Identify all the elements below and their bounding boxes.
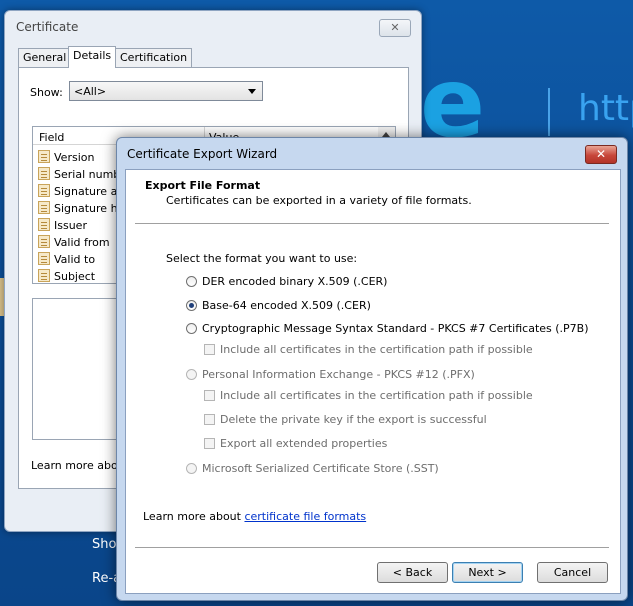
- column-header-field[interactable]: Field: [39, 131, 64, 144]
- list-item-label: Signature ha: [54, 202, 125, 215]
- logo-separator: [548, 88, 550, 136]
- certificate-formats-link[interactable]: certificate file formats: [244, 510, 366, 523]
- option-sst-label: Microsoft Serialized Certificate Store (…: [202, 462, 439, 475]
- tab-certification-path[interactable]: Certification Path: [115, 48, 193, 82]
- cancel-button[interactable]: Cancel: [537, 562, 608, 583]
- list-item-label: Issuer: [54, 219, 87, 232]
- ie-url-fragment: http: [578, 88, 633, 129]
- certificate-field-icon: [38, 184, 50, 197]
- list-item-label: Subject: [54, 270, 96, 283]
- format-prompt: Select the format you want to use:: [166, 252, 358, 265]
- radio-base64[interactable]: [186, 300, 197, 311]
- close-icon: ✕: [595, 147, 607, 161]
- back-button[interactable]: < Back: [377, 562, 448, 583]
- page-subtitle: Certificates can be exported in a variet…: [166, 194, 472, 207]
- list-item-label: Valid to: [54, 253, 96, 266]
- page-title: Export File Format: [145, 179, 261, 192]
- radio-pfx[interactable]: [186, 369, 197, 380]
- radio-der[interactable]: [186, 276, 197, 287]
- close-icon: ✕: [390, 21, 400, 34]
- divider: [135, 223, 609, 225]
- option-pfx-label: Personal Information Exchange - PKCS #12…: [202, 368, 475, 381]
- list-item-label: Valid from: [54, 236, 110, 249]
- checkbox-pfx-include[interactable]: [204, 390, 215, 401]
- option-pfx-delete-label: Delete the private key if the export is …: [220, 413, 487, 426]
- checkbox-pfx-export-props[interactable]: [204, 438, 215, 449]
- checkbox-pfx-delete[interactable]: [204, 414, 215, 425]
- option-pkcs7-include-label: Include all certificates in the certific…: [220, 343, 533, 356]
- learn-more-text: Learn more about: [31, 459, 129, 472]
- list-item-label: Version: [54, 151, 95, 164]
- option-der-label: DER encoded binary X.509 (.CER): [202, 275, 388, 288]
- certificate-field-icon: [38, 167, 50, 180]
- wizard-title: Certificate Export Wizard: [127, 147, 278, 161]
- radio-sst[interactable]: [186, 463, 197, 474]
- learn-more-prefix: Learn more about: [143, 510, 241, 523]
- certificate-field-icon: [38, 150, 50, 163]
- option-pfx-export-props-label: Export all extended properties: [220, 437, 388, 450]
- export-wizard-dialog: Certificate Export Wizard ✕ Export File …: [116, 137, 628, 601]
- divider: [135, 547, 609, 549]
- learn-more-line: Learn more about certificate file format…: [143, 510, 366, 523]
- wizard-body: Export File Format Certificates can be e…: [125, 169, 621, 594]
- tab-general[interactable]: General: [18, 48, 72, 67]
- option-pfx-include-label: Include all certificates in the certific…: [220, 389, 533, 402]
- certificate-field-icon: [38, 218, 50, 231]
- next-button[interactable]: Next >: [452, 562, 523, 583]
- option-pkcs7-label: Cryptographic Message Syntax Standard - …: [202, 322, 589, 335]
- option-base64-label: Base-64 encoded X.509 (.CER): [202, 299, 371, 312]
- wizard-close-button[interactable]: ✕: [585, 145, 617, 164]
- tab-details[interactable]: Details: [68, 46, 117, 68]
- show-dropdown[interactable]: <All>: [69, 81, 263, 101]
- chevron-down-icon: [248, 89, 256, 94]
- radio-pkcs7[interactable]: [186, 323, 197, 334]
- certificate-field-icon: [38, 252, 50, 265]
- show-label: Show:: [30, 86, 63, 99]
- close-button[interactable]: ✕: [379, 19, 411, 37]
- checkbox-pkcs7-include[interactable]: [204, 344, 215, 355]
- certificate-window-title: Certificate: [16, 20, 79, 34]
- certificate-field-icon: [38, 201, 50, 214]
- certificate-field-icon: [38, 235, 50, 248]
- show-dropdown-value: <All>: [74, 85, 107, 98]
- certificate-field-icon: [38, 269, 50, 282]
